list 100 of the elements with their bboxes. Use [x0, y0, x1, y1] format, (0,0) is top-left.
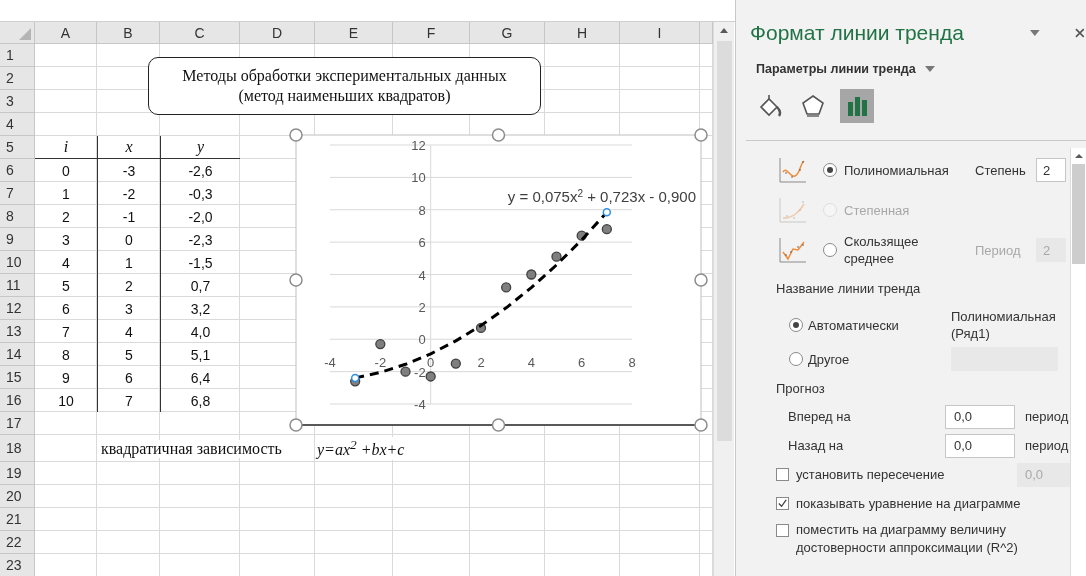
data-point[interactable] — [375, 338, 386, 350]
row-header[interactable]: 18 — [0, 435, 35, 462]
unit-label: период — [1025, 409, 1069, 424]
row-header[interactable]: 23 — [0, 554, 35, 576]
radio-button[interactable] — [823, 163, 837, 177]
radio-button[interactable] — [789, 352, 803, 366]
row-header[interactable]: 2 — [0, 67, 35, 90]
row-header[interactable]: 17 — [0, 412, 35, 435]
table-cell: 0 — [97, 228, 160, 251]
scrollbar[interactable] — [1070, 148, 1086, 576]
radio-button[interactable] — [789, 318, 803, 332]
row-header[interactable]: 12 — [0, 297, 35, 320]
close-icon[interactable] — [1074, 27, 1086, 39]
column-header[interactable]: C — [160, 22, 240, 44]
table-cell: -0,3 — [160, 182, 240, 205]
row-header[interactable]: 5 — [0, 136, 35, 159]
axis-tick-label: 12 — [411, 138, 426, 153]
resize-handle[interactable] — [491, 418, 506, 432]
table-cell: 5 — [97, 343, 160, 366]
resize-handle[interactable] — [289, 128, 303, 142]
column-header[interactable]: I — [620, 22, 700, 44]
column-header[interactable]: H — [545, 22, 620, 44]
caret-down-icon[interactable] — [923, 65, 936, 73]
row-header[interactable]: 6 — [0, 159, 35, 182]
resize-handle[interactable] — [694, 273, 708, 287]
panel-title: Формат линии тренда — [750, 21, 965, 45]
number-field[interactable]: 0,0 — [945, 404, 1015, 429]
table-cell: 7 — [97, 389, 160, 412]
data-point[interactable] — [450, 358, 461, 369]
chart-area[interactable] — [295, 134, 702, 426]
table-cell: 3,2 — [160, 297, 240, 320]
resize-handle[interactable] — [694, 418, 708, 432]
column-header[interactable]: A — [35, 22, 97, 44]
data-point[interactable] — [425, 371, 436, 382]
scrollbar-thumb[interactable] — [1072, 164, 1085, 264]
resize-handle[interactable] — [289, 273, 303, 287]
column-header[interactable]: E — [315, 22, 393, 44]
section-label: Название линии тренда — [775, 279, 922, 298]
trendline-equation[interactable]: y = 0,075x$^{2}$ + 0,723x - 0,900 — [507, 187, 696, 205]
trend-chart-icon — [778, 156, 808, 184]
table-cell-text: 6 — [61, 299, 71, 319]
checkbox[interactable] — [776, 524, 789, 537]
table-cell: 4 — [97, 320, 160, 343]
number-field[interactable]: 2 — [1036, 158, 1066, 182]
table-cell: -2,3 — [160, 228, 240, 251]
data-point[interactable] — [400, 366, 411, 377]
column-header[interactable]: F — [393, 22, 470, 44]
data-point[interactable] — [501, 282, 512, 293]
scrollbar[interactable] — [713, 22, 734, 576]
section-dropdown[interactable]: Параметры линии тренда — [756, 62, 916, 76]
column-header[interactable]: D — [240, 22, 315, 44]
data-point[interactable] — [551, 251, 562, 262]
table-cell: 1 — [97, 251, 160, 274]
axis-tick-label: -4 — [324, 355, 336, 371]
row-header[interactable]: 21 — [0, 508, 35, 531]
formula-text: y=ax$^{2}$ +bx+c — [315, 437, 405, 460]
option-label: Автоматически — [808, 317, 900, 333]
checkbox[interactable] — [776, 497, 789, 510]
row-header[interactable]: 16 — [0, 389, 35, 412]
row-header[interactable]: 11 — [0, 274, 35, 297]
column-header[interactable]: G — [470, 22, 545, 44]
column-header[interactable]: B — [97, 22, 160, 44]
data-point[interactable] — [601, 224, 612, 235]
resize-handle[interactable] — [694, 128, 708, 142]
caret-down-icon[interactable] — [1028, 29, 1041, 37]
axis-tick-label: -2 — [374, 355, 387, 371]
axis-tick-label: 8 — [628, 355, 636, 371]
axis-tick-label: 2 — [418, 299, 426, 315]
data-point[interactable] — [576, 230, 587, 241]
row-header[interactable]: 4 — [0, 113, 35, 136]
axis-tick-label: 6 — [418, 235, 426, 251]
section-label: Прогноз — [775, 379, 826, 398]
data-point[interactable] — [475, 322, 487, 334]
row-header[interactable]: 22 — [0, 531, 35, 554]
row-header[interactable]: 14 — [0, 343, 35, 366]
checkbox[interactable] — [776, 468, 789, 481]
resize-handle[interactable] — [289, 418, 303, 432]
selection-handle[interactable] — [350, 373, 360, 383]
row-header[interactable]: 9 — [0, 228, 35, 251]
data-point[interactable] — [526, 269, 537, 280]
row-header[interactable]: 15 — [0, 366, 35, 389]
number-field[interactable]: 0,0 — [945, 433, 1015, 458]
unit-label: период — [1025, 438, 1069, 453]
radio-button[interactable] — [823, 243, 837, 257]
axis-tick-label: 0 — [427, 355, 435, 371]
trend-chart-icon — [778, 196, 808, 224]
row-header[interactable]: 7 — [0, 182, 35, 205]
table-cell: i — [35, 136, 97, 159]
table-cell-text: 5 — [61, 276, 71, 296]
row-header[interactable]: 8 — [0, 205, 35, 228]
table-cell-text: 8 — [61, 345, 71, 365]
table-cell: 0,7 — [160, 274, 240, 297]
row-header[interactable]: 20 — [0, 485, 35, 508]
row-header[interactable]: 10 — [0, 251, 35, 274]
row-header[interactable]: 19 — [0, 462, 35, 485]
row-header[interactable]: 13 — [0, 320, 35, 343]
selection-handle[interactable] — [602, 208, 612, 217]
row-header[interactable]: 3 — [0, 90, 35, 113]
resize-handle[interactable] — [491, 128, 506, 142]
row-header[interactable]: 1 — [0, 44, 35, 67]
